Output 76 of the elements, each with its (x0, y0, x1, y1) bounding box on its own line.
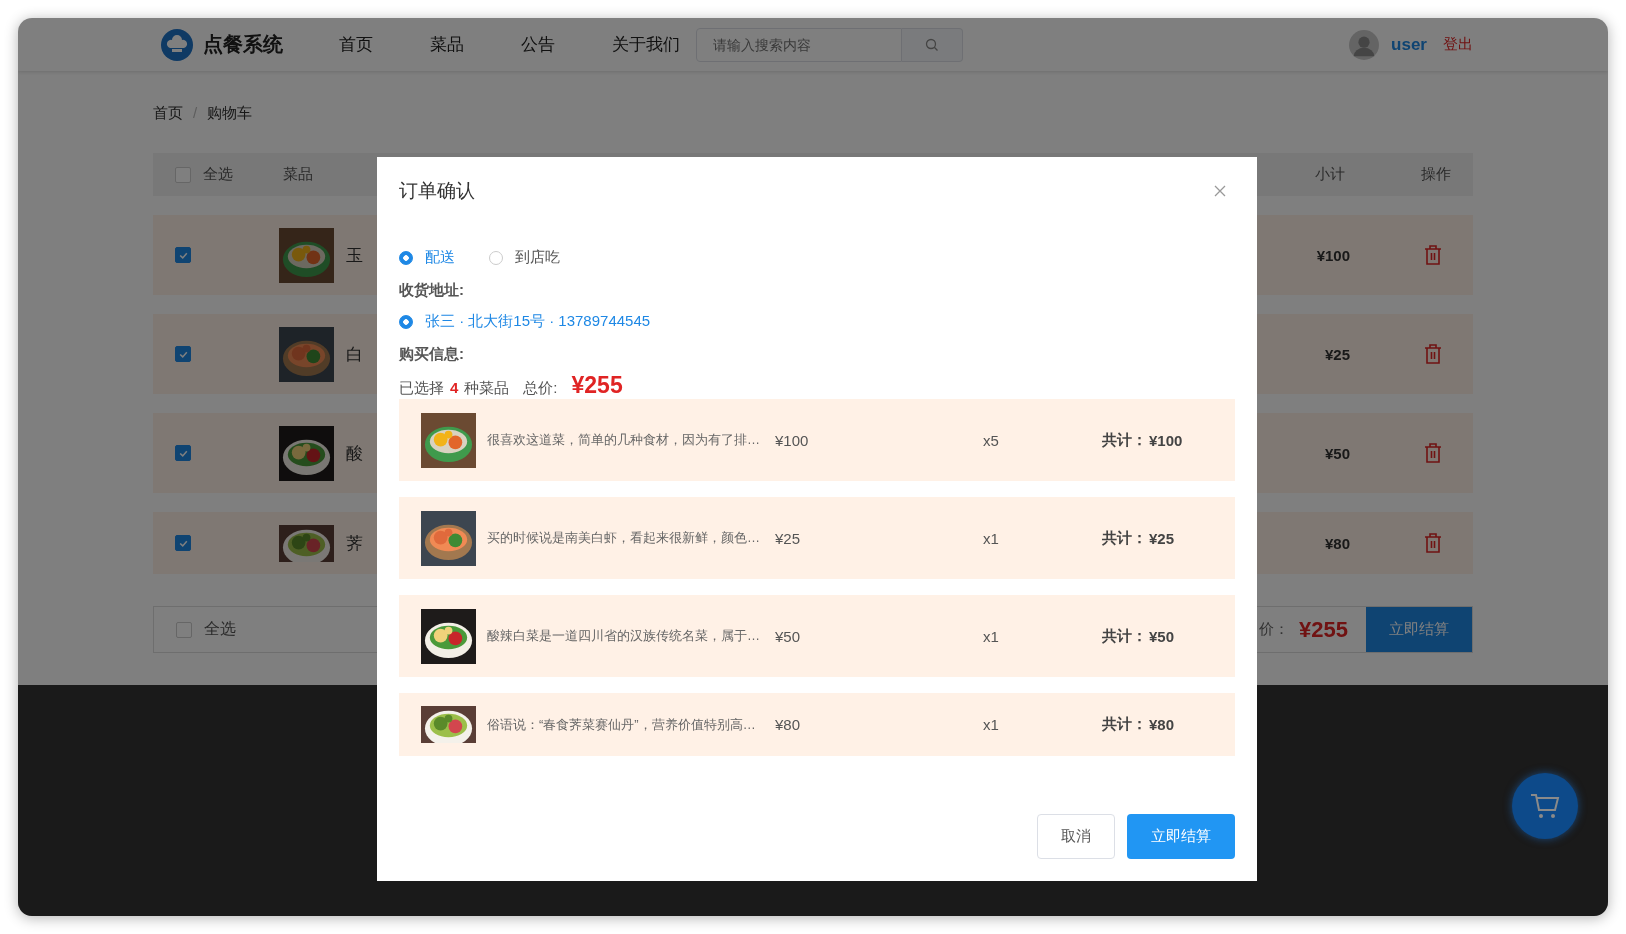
dish-description: 俗语说：“春食荠菜赛仙丹”，营养价值特别高… (487, 715, 757, 734)
breadcrumb-link[interactable]: 购物车 (207, 104, 253, 123)
dish-name: 玉 (346, 244, 363, 267)
item-total: ¥100 (1149, 431, 1183, 449)
search-button[interactable] (902, 27, 963, 62)
cart-icon (1530, 792, 1560, 820)
checkbox[interactable] (175, 445, 191, 461)
nav-link[interactable]: 关于我们 (612, 33, 680, 56)
select-all-label: 全选 (204, 619, 236, 639)
radio-option[interactable]: 配送 (399, 248, 455, 267)
item-count: 4 (450, 379, 459, 396)
column-header: 小计 (1315, 165, 1345, 184)
breadcrumb-separator: / (193, 104, 198, 123)
trash-icon[interactable] (1423, 442, 1443, 464)
column-header: 菜品 (283, 165, 313, 184)
summary-text: 已选择 (399, 379, 444, 398)
close-icon[interactable] (1214, 185, 1226, 197)
total-price: ¥255 (1299, 616, 1348, 643)
summary-text: 种菜品 (464, 379, 510, 398)
item-total: ¥80 (1149, 716, 1175, 733)
column-header: 全选 (203, 165, 233, 184)
dialog-title: 订单确认 (399, 179, 475, 203)
item-total: ¥50 (1149, 627, 1175, 645)
app-title: 点餐系统 (203, 32, 283, 57)
user-name[interactable]: user (1391, 34, 1427, 55)
quantity: x1 (983, 529, 1000, 547)
subtotal: ¥25 (1324, 345, 1350, 363)
checkbox[interactable] (175, 535, 191, 551)
item-total: ¥25 (1149, 529, 1175, 547)
address-option[interactable]: 张三 · 北大街15号 · 13789744545 (399, 312, 651, 331)
unit-price: ¥25 (775, 529, 802, 547)
checkbox[interactable] (175, 166, 191, 183)
column-header: 操作 (1421, 165, 1451, 184)
unit-price: ¥80 (775, 716, 802, 733)
dish-name: 荠 (346, 532, 363, 555)
nav-link[interactable]: 菜品 (430, 33, 464, 56)
quantity: x1 (983, 716, 1000, 733)
total-label: 共计： (1102, 528, 1147, 548)
nav-link[interactable]: 首页 (339, 33, 373, 56)
cancel-button[interactable]: 取消 (1037, 814, 1115, 859)
total-price: ¥255 (571, 372, 623, 399)
purchase-label: 购买信息: (399, 345, 465, 364)
subtotal: ¥80 (1324, 534, 1350, 552)
dish-description: 很喜欢这道菜，简单的几种食材，因为有了排… (487, 431, 761, 449)
dish-name: 酸 (346, 442, 363, 465)
logout-link[interactable]: 登出 (1443, 35, 1473, 54)
quantity: x5 (983, 431, 1000, 449)
total-label: 共计： (1102, 715, 1147, 734)
nav-link[interactable]: 公告 (521, 33, 555, 56)
chef-hat-logo-icon (161, 28, 193, 61)
avatar-icon[interactable] (1349, 29, 1380, 60)
checkout-button[interactable]: 立即结算 (1366, 607, 1472, 652)
breadcrumb-link[interactable]: 首页 (153, 104, 183, 123)
total-label: 总价: (523, 379, 558, 398)
unit-price: ¥100 (775, 431, 810, 449)
checkbox[interactable] (175, 346, 191, 362)
subtotal: ¥100 (1316, 246, 1350, 264)
total-label: 价： (1259, 620, 1290, 639)
search-field[interactable]: 请输入搜索内容 (696, 27, 902, 62)
dish-description: 酸辣白菜是一道四川省的汉族传统名菜，属于… (487, 627, 761, 645)
subtotal: ¥50 (1324, 444, 1350, 462)
trash-icon[interactable] (1423, 343, 1443, 365)
search-icon (925, 37, 939, 52)
trash-icon[interactable] (1423, 244, 1443, 266)
total-label: 共计： (1102, 626, 1147, 646)
unit-price: ¥50 (775, 627, 802, 645)
radio-option[interactable]: 到店吃 (489, 248, 560, 267)
confirm-button[interactable]: 立即结算 (1127, 814, 1235, 859)
checkbox[interactable] (176, 621, 192, 638)
total-label: 共计： (1102, 430, 1147, 450)
checkbox[interactable] (175, 247, 191, 263)
dish-name: 白 (346, 343, 363, 366)
quantity: x1 (983, 627, 1000, 645)
address-label: 收货地址: (399, 281, 465, 300)
dish-description: 买的时候说是南美白虾，看起来很新鲜，颜色… (487, 529, 761, 547)
trash-icon[interactable] (1423, 532, 1443, 554)
